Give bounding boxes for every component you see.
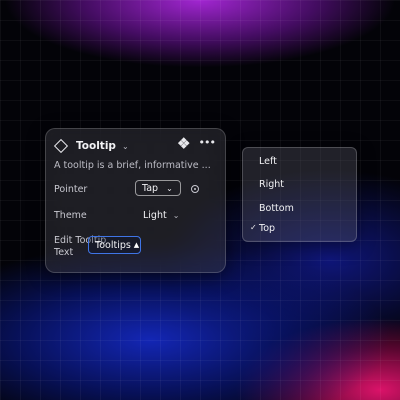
theme-select[interactable]: Light ⌄ — [143, 210, 179, 221]
diamond-icon — [53, 138, 69, 154]
pointer-dropdown-menu: Left Right Bottom ✓ Top — [242, 147, 357, 242]
component-icon[interactable] — [177, 137, 190, 149]
pointer-label: Pointer — [54, 184, 88, 195]
dropdown-option-left[interactable]: Left — [259, 156, 277, 167]
header-actions: ••• — [177, 137, 216, 149]
dropdown-option-bottom[interactable]: Bottom — [259, 203, 294, 214]
pointer-select[interactable]: Tap ⌄ — [135, 180, 181, 196]
theme-label: Theme — [54, 210, 87, 221]
chevron-down-icon[interactable]: ⌄ — [122, 142, 129, 151]
tooltip-text-input[interactable]: Tooltips ▲ — [88, 236, 141, 254]
more-icon[interactable]: ••• — [199, 137, 216, 148]
dropdown-option-top[interactable]: Top — [259, 223, 275, 234]
edit-text-label-line2: Text — [54, 247, 74, 258]
component-description: A tooltip is a brief, informative ... — [54, 160, 211, 171]
chevron-down-icon: ⌄ — [166, 183, 173, 193]
cursor-icon: ▲ — [133, 241, 140, 249]
dropdown-option-right[interactable]: Right — [259, 179, 284, 190]
panel-title: Tooltip — [76, 140, 116, 152]
panel-header: Tooltip ⌄ ••• — [53, 137, 217, 154]
target-icon[interactable] — [191, 185, 199, 193]
theme-select-value: Light — [143, 210, 167, 221]
checkmark-icon: ✓ — [250, 223, 257, 232]
tooltip-text-value: Tooltips — [95, 239, 131, 251]
pointer-select-value: Tap — [142, 182, 159, 194]
chevron-down-icon: ⌄ — [172, 211, 180, 220]
